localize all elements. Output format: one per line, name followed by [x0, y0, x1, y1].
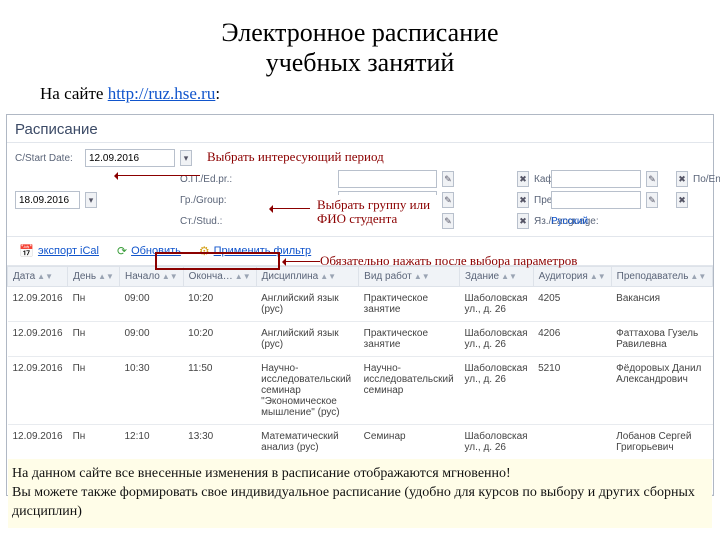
start-date-input[interactable]: [85, 149, 175, 167]
cell-day: Пн: [68, 357, 120, 425]
cell-lect: Фёдоровых Данил Александрович: [611, 357, 712, 425]
cell-day: Пн: [68, 287, 120, 322]
arrow-group: [270, 208, 310, 209]
table-row: 12.09.2016Пн10:3011:50Научно-исследовате…: [8, 357, 713, 425]
table-row: 12.09.2016Пн09:0010:20Английский язык (р…: [8, 287, 713, 322]
col-start[interactable]: Начало▲▼: [119, 267, 183, 287]
cell-lect: Фаттахова Гузель Равилевна: [611, 322, 712, 357]
lect-label: Преп./Lecturer:: [534, 195, 546, 206]
panel-title: Расписание: [7, 115, 713, 143]
cell-date: 12.09.2016: [8, 287, 68, 322]
lang-label: Яз./Language:: [534, 216, 546, 227]
clear-kaf-icon[interactable]: ✖: [676, 171, 688, 187]
col-bld[interactable]: Здание▲▼: [460, 267, 534, 287]
lect-input[interactable]: [551, 191, 641, 209]
refresh-icon: ⟳: [117, 244, 127, 258]
cell-date: 12.09.2016: [8, 357, 68, 425]
cell-bld: Шаболовская ул., д. 26: [460, 287, 534, 322]
cell-disc: Научно-исследовательский семинар "Эконом…: [256, 357, 359, 425]
cell-room: 4205: [533, 287, 611, 322]
col-end[interactable]: Оконча…▲▼: [183, 267, 256, 287]
cell-type: Практическое занятие: [359, 287, 460, 322]
col-room[interactable]: Аудитория▲▼: [533, 267, 611, 287]
clear-stud-icon[interactable]: ✖: [517, 213, 529, 229]
lang-value[interactable]: Русский: [551, 216, 641, 227]
col-type[interactable]: Вид работ▲▼: [359, 267, 460, 287]
cell-type: Семинар: [359, 425, 460, 460]
cell-disc: Английский язык (рус): [256, 287, 359, 322]
col-disc[interactable]: Дисциплина▲▼: [256, 267, 359, 287]
arrow-apply: [283, 261, 320, 262]
cell-room: [533, 425, 611, 460]
cell-disc: Математический анализ (рус): [256, 425, 359, 460]
cell-bld: Шаболовская ул., д. 26: [460, 425, 534, 460]
ruz-url-link[interactable]: http://ruz.hse.ru: [108, 84, 216, 103]
group-input[interactable]: [338, 191, 437, 209]
col-day[interactable]: День▲▼: [68, 267, 120, 287]
filter-grid: С/Start Date: ▾ О.П./Ed.pr.: ✎ ✖ Каф./De…: [7, 143, 713, 236]
clear-group-icon[interactable]: ✖: [517, 192, 529, 208]
table-row: 12.09.2016Пн09:0010:20Английский язык (р…: [8, 322, 713, 357]
op-input[interactable]: [338, 170, 437, 188]
cell-room: 4206: [533, 322, 611, 357]
kaf-label: Каф./Dep-t:: [534, 174, 546, 185]
cell-date: 12.09.2016: [8, 322, 68, 357]
url-line: На сайте http://ruz.hse.ru:: [0, 84, 720, 114]
cell-start: 09:00: [119, 287, 183, 322]
clear-lect-icon[interactable]: ✖: [676, 192, 688, 208]
cell-day: Пн: [68, 425, 120, 460]
footer-note: На данном сайте все внесенные изменения …: [8, 459, 712, 528]
slide-title: Электронное расписание учебных занятий: [0, 0, 720, 84]
cell-end: 13:30: [183, 425, 256, 460]
table-header-row: Дата▲▼ День▲▼ Начало▲▼ Оконча…▲▼ Дисципл…: [8, 267, 713, 287]
calendar-export-icon: 📅: [19, 244, 34, 258]
cell-bld: Шаболовская ул., д. 26: [460, 357, 534, 425]
cell-start: 10:30: [119, 357, 183, 425]
cell-end: 11:50: [183, 357, 256, 425]
export-ical-button[interactable]: 📅экспорт iCal: [15, 242, 103, 260]
op-label: О.П./Ed.pr.:: [180, 174, 333, 185]
pick-stud-icon[interactable]: ✎: [442, 213, 454, 229]
col-date[interactable]: Дата▲▼: [8, 267, 68, 287]
start-date-label: С/Start Date:: [15, 153, 80, 164]
apply-filter-button[interactable]: ⚙Применить фильтр: [195, 242, 315, 260]
arrow-period: [115, 175, 200, 176]
pick-lect-icon[interactable]: ✎: [646, 192, 658, 208]
cell-day: Пн: [68, 322, 120, 357]
calendar-icon-2[interactable]: ▾: [85, 192, 97, 208]
end-date-label: По/End Date:: [693, 174, 705, 185]
cell-disc: Английский язык (рус): [256, 322, 359, 357]
end-date-input[interactable]: [15, 191, 80, 209]
cell-date: 12.09.2016: [8, 425, 68, 460]
filter-icon: ⚙: [199, 244, 210, 258]
pick-op-icon[interactable]: ✎: [442, 171, 454, 187]
stud-label: Ст./Stud.:: [180, 216, 333, 227]
cell-bld: Шаболовская ул., д. 26: [460, 322, 534, 357]
stud-input[interactable]: [338, 212, 437, 230]
toolbar: 📅экспорт iCal ⟳Обновить ⚙Применить фильт…: [7, 236, 713, 266]
table-row: 12.09.2016Пн12:1013:30Математический ана…: [8, 425, 713, 460]
calendar-icon[interactable]: ▾: [180, 150, 192, 166]
cell-type: Практическое занятие: [359, 322, 460, 357]
pick-kaf-icon[interactable]: ✎: [646, 171, 658, 187]
col-lect[interactable]: Преподаватель▲▼: [611, 267, 712, 287]
kaf-input[interactable]: [551, 170, 641, 188]
refresh-button[interactable]: ⟳Обновить: [113, 242, 185, 260]
cell-start: 09:00: [119, 322, 183, 357]
cell-lect: Вакансия: [611, 287, 712, 322]
cell-start: 12:10: [119, 425, 183, 460]
pick-group-icon[interactable]: ✎: [442, 192, 454, 208]
cell-end: 10:20: [183, 287, 256, 322]
cell-type: Научно-исследовательский семинар: [359, 357, 460, 425]
clear-op-icon[interactable]: ✖: [517, 171, 529, 187]
group-label: Гр./Group:: [180, 195, 333, 206]
cell-lect: Лобанов Сергей Григорьевич: [611, 425, 712, 460]
cell-end: 10:20: [183, 322, 256, 357]
cell-room: 5210: [533, 357, 611, 425]
